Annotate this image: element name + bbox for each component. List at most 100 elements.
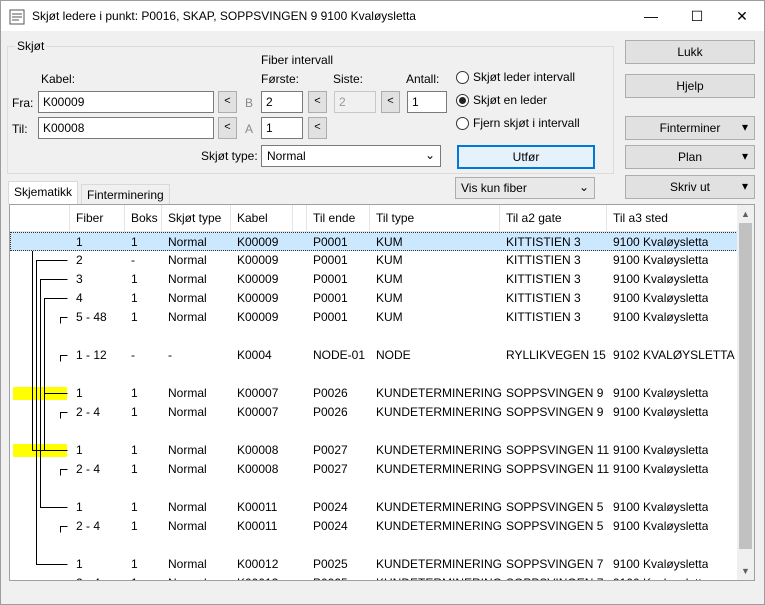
- cell-tiltype: KUM: [376, 235, 403, 249]
- scroll-down-icon[interactable]: ▼: [741, 566, 750, 576]
- plan-button[interactable]: Plan ▾: [625, 145, 755, 169]
- cell-type: Normal: [168, 310, 207, 324]
- kabel-label: Kabel:: [41, 72, 76, 86]
- cell-boks: 1: [131, 462, 138, 476]
- til-cable-field[interactable]: K00008: [38, 117, 214, 139]
- table-row[interactable]: 1 1 Normal K00009 P0001 KUM KITTISTIEN 3 9100 K…: [10, 232, 740, 251]
- radio-remove-splice-label: Fjern skjøt i intervall: [473, 116, 580, 130]
- cell-kabel: K00009: [237, 253, 279, 267]
- cell-boks: 1: [131, 576, 138, 580]
- cell-kabel: K00007: [237, 405, 279, 419]
- window-title: Skjøt ledere i punkt: P0016, SKAP, SOPPS…: [32, 9, 416, 23]
- cell-tiltype: KUNDETERMINERING: [376, 386, 503, 400]
- forste-til-pick-button[interactable]: <: [308, 117, 327, 139]
- antall-field[interactable]: 1: [407, 91, 447, 113]
- table-row[interactable]: 2 - 4 1 Normal K00007 P0026 KUNDETERMINERING S…: [10, 403, 740, 422]
- app-icon: [9, 9, 25, 25]
- radio-splice-interval[interactable]: Skjøt leder intervall: [456, 70, 575, 84]
- fra-label: Fra:: [12, 96, 34, 110]
- radio-splice-single-label: Skjøt en leder: [473, 93, 548, 107]
- column-header-boks[interactable]: Boks: [125, 205, 162, 231]
- cell-boks: 1: [131, 235, 138, 249]
- siste-pick-button[interactable]: <: [381, 91, 400, 113]
- cell-ende: P0025: [313, 576, 348, 580]
- cell-fiber: 1: [76, 386, 83, 400]
- tab-skjematikk[interactable]: Skjematikk: [8, 181, 79, 204]
- cell-kabel: K00011: [237, 500, 278, 514]
- cell-type: Normal: [168, 500, 207, 514]
- cell-type: Normal: [168, 291, 207, 305]
- table-row[interactable]: 2 - Normal K00009 P0001 KUM KITTISTIEN 3 9100 K…: [10, 251, 740, 270]
- cell-tiltype: KUNDETERMINERING: [376, 500, 503, 514]
- til-label: Til:: [12, 122, 28, 136]
- splice-type-value: Normal: [267, 149, 306, 163]
- cell-ende: P0026: [313, 405, 348, 419]
- forste-fra-pick-button[interactable]: <: [308, 91, 327, 113]
- finterminer-button[interactable]: Finterminer ▾: [625, 116, 755, 140]
- column-header-til-ende[interactable]: Til ende: [307, 205, 370, 231]
- cell-kabel: K00008: [237, 462, 279, 476]
- splice-type-select[interactable]: Normal ⌄: [261, 145, 441, 167]
- scrollbar-thumb[interactable]: [739, 223, 752, 549]
- cell-fiber: 2 - 4: [76, 576, 100, 580]
- splice-table[interactable]: Fiber Boks Skjøt type Kabel Til ende Til…: [9, 204, 755, 581]
- radio-splice-single[interactable]: Skjøt en leder: [456, 93, 547, 107]
- radio-unchecked-icon: [456, 70, 469, 84]
- fiber-interval-label: Fiber intervall: [261, 53, 334, 67]
- table-row[interactable]: 3 1 Normal K00009 P0001 KUM KITTISTIEN 3 9100 K…: [10, 270, 740, 289]
- cell-ende: P0027: [313, 462, 348, 476]
- table-row[interactable]: 1 1 Normal K00011 P0024 KUNDETERMINERING SOPPS…: [10, 498, 740, 517]
- tab-finterminering[interactable]: Finterminering: [81, 184, 170, 204]
- cell-sted: 9100 Kvaløysletta: [613, 253, 709, 267]
- cell-type: Normal: [168, 235, 207, 249]
- cell-gate: KITTISTIEN 3: [506, 253, 581, 267]
- cell-ende: P0026: [313, 386, 348, 400]
- forste-fra-field[interactable]: 2: [261, 91, 303, 113]
- cell-tiltype: KUNDETERMINERING: [376, 405, 503, 419]
- table-row[interactable]: 1 1 Normal K00012 P0025 KUNDETERMINERING SOPPS…: [10, 555, 740, 574]
- table-row[interactable]: 2 - 4 1 Normal K00008 P0027 KUNDETERMINERING S…: [10, 460, 740, 479]
- column-header-til-type[interactable]: Til type: [370, 205, 500, 231]
- cell-type: Normal: [168, 272, 207, 286]
- maximize-button[interactable]: ☐: [674, 1, 720, 31]
- utfor-button[interactable]: Utfør: [457, 145, 595, 169]
- close-button[interactable]: ✕: [719, 1, 765, 31]
- table-row[interactable]: 1 1 Normal K00008 P0027 KUNDETERMINERING SOPPS…: [10, 441, 740, 460]
- til-cable-pick-button[interactable]: <: [218, 117, 237, 139]
- cell-type: Normal: [168, 557, 207, 571]
- cell-gate: SOPPSVINGEN 7: [506, 576, 603, 580]
- cell-sted: 9100 Kvaløysletta: [613, 235, 709, 249]
- help-button[interactable]: Hjelp: [625, 74, 755, 98]
- minimize-button[interactable]: —: [628, 1, 674, 31]
- column-header-fiber[interactable]: Fiber: [70, 205, 125, 231]
- cell-gate: SOPPSVINGEN 7: [506, 557, 604, 571]
- print-button[interactable]: Skriv ut ▾: [625, 175, 755, 199]
- forste-til-field[interactable]: 1: [261, 117, 303, 139]
- table-row[interactable]: 4 1 Normal K00009 P0001 KUM KITTISTIEN 3 9100 K…: [10, 289, 740, 308]
- til-end-label: A: [245, 122, 254, 136]
- cell-fiber: 1: [76, 500, 83, 514]
- fra-cable-pick-button[interactable]: <: [218, 91, 237, 113]
- scroll-up-icon[interactable]: ▲: [741, 209, 750, 219]
- table-row[interactable]: 2 - 4 1 Normal K00011 P0024 KUNDETERMINERING S…: [10, 517, 740, 536]
- vertical-scrollbar[interactable]: ▲ ▼: [737, 205, 754, 580]
- column-header-sted[interactable]: Til a3 sted: [607, 205, 739, 231]
- cell-tiltype: KUNDETERMINERING: [376, 462, 503, 476]
- cell-sted: 9100 Kvaløysletta: [613, 576, 708, 580]
- cell-gate: SOPPSVINGEN 11: [506, 443, 610, 457]
- fiber-filter-select[interactable]: Vis kun fiber ⌄: [455, 177, 595, 199]
- column-header-kabel[interactable]: Kabel: [231, 205, 293, 231]
- radio-checked-icon: [456, 93, 469, 107]
- fra-cable-field[interactable]: K00009: [38, 91, 214, 113]
- table-row[interactable]: 1 1 Normal K00007 P0026 KUNDETERMINERING SOPPS…: [10, 384, 740, 403]
- cell-sted: 9100 Kvaløysletta: [613, 291, 709, 305]
- cell-type: Normal: [168, 253, 207, 267]
- radio-remove-splice[interactable]: Fjern skjøt i intervall: [456, 116, 580, 130]
- column-header-gate[interactable]: Til a2 gate: [500, 205, 607, 231]
- cell-gate: SOPPSVINGEN 5: [506, 519, 604, 533]
- close-dialog-button[interactable]: Lukk: [625, 40, 755, 64]
- table-row[interactable]: 5 - 48 1 Normal K00009 P0001 KUM KITTISTIEN 3 9…: [10, 308, 740, 327]
- table-row[interactable]: 1 - 12 - - K0004 NODE-01 NODE RYLLIKVEGEN 15 91…: [10, 346, 740, 365]
- column-header-type[interactable]: Skjøt type: [162, 205, 231, 231]
- table-row[interactable]: 2 - 4 1 Normal K00013 P0025 KUNDETERMINERING S…: [10, 574, 740, 580]
